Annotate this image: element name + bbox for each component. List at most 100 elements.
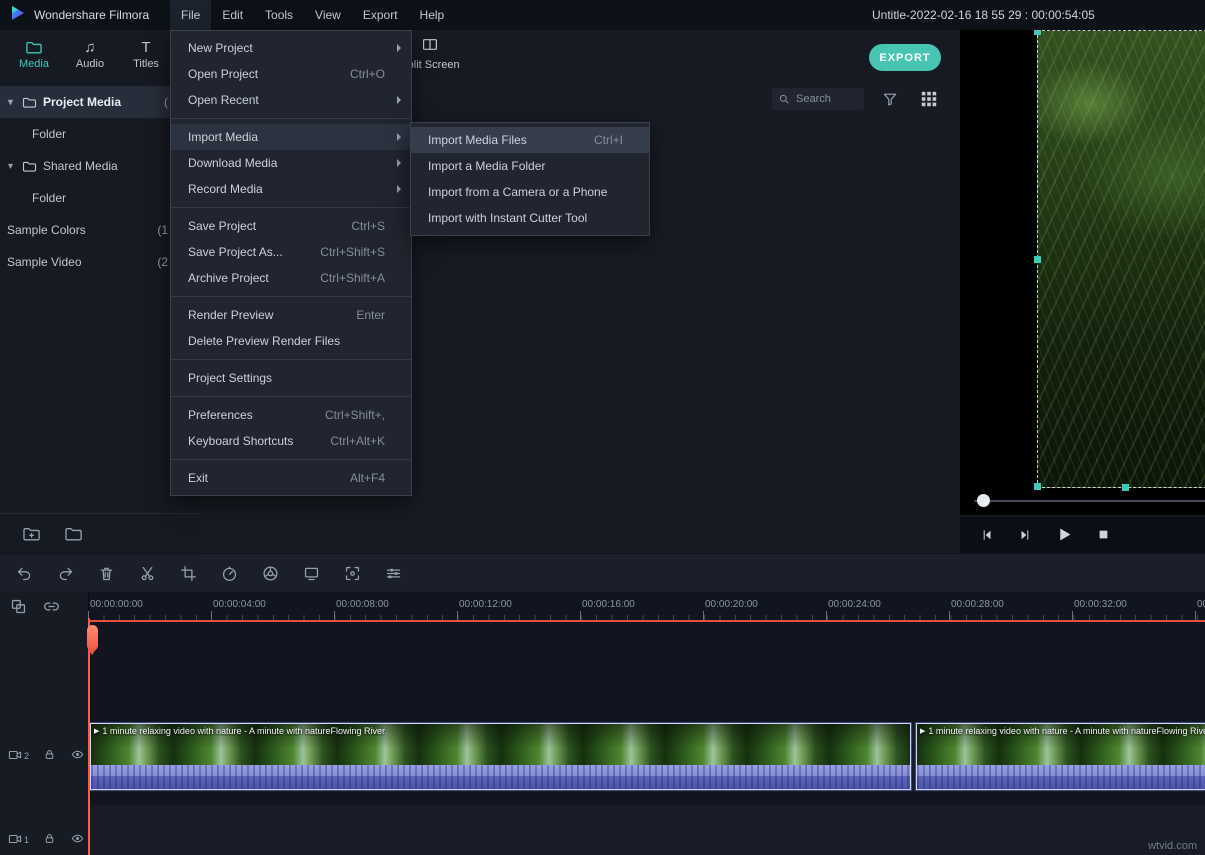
tab-media[interactable]: Media xyxy=(6,30,62,80)
preview-seek-bar[interactable] xyxy=(974,500,1205,502)
previous-frame-button[interactable] xyxy=(980,528,994,542)
track-2-controls: 2 xyxy=(0,748,88,761)
redo-button[interactable] xyxy=(57,565,74,582)
titles-icon: T xyxy=(141,40,150,55)
color-correction-button[interactable] xyxy=(262,565,279,582)
new-folder-button[interactable] xyxy=(22,526,42,542)
export-button[interactable]: EXPORT xyxy=(869,44,941,71)
file-menu-open-recent[interactable]: Open Recent xyxy=(171,87,411,113)
manage-tracks-button[interactable] xyxy=(10,598,27,615)
search-box[interactable] xyxy=(772,88,864,110)
file-menu-record-media[interactable]: Record Media xyxy=(171,176,411,202)
file-menu-import-media[interactable]: Import Media xyxy=(171,124,411,150)
auto-reframe-button[interactable] xyxy=(344,565,361,582)
scissors-icon xyxy=(139,565,156,582)
asset-tab-bar: Media ♫ Audio T Titles Split Screen EXPO… xyxy=(0,30,960,81)
play-button[interactable] xyxy=(1056,526,1073,543)
track-1-controls: 1 xyxy=(0,832,88,845)
submenu-import-instant-cutter[interactable]: Import with Instant Cutter Tool xyxy=(411,205,649,231)
view-mode-button[interactable] xyxy=(920,90,938,108)
stop-button[interactable] xyxy=(1097,528,1110,541)
lock-icon xyxy=(43,832,56,845)
submenu-import-media-folder[interactable]: Import a Media Folder xyxy=(411,153,649,179)
split-clip-button[interactable] xyxy=(139,565,156,582)
next-frame-button[interactable] xyxy=(1018,528,1032,542)
filter-button[interactable] xyxy=(882,91,898,107)
track-2-lock-button[interactable] xyxy=(43,748,56,761)
video-track-1-lane[interactable] xyxy=(88,805,1205,855)
title-bar: Wondershare Filmora File Edit Tools View… xyxy=(0,0,1205,30)
tab-titles-label: Titles xyxy=(133,58,159,70)
clip-2-label: ▶ 1 minute relaxing video with nature - … xyxy=(920,726,1205,736)
selection-handle[interactable] xyxy=(1122,484,1129,491)
menu-help[interactable]: Help xyxy=(409,0,456,30)
file-menu-download-media[interactable]: Download Media xyxy=(171,150,411,176)
preview-panel xyxy=(960,30,1205,553)
caret-down-icon[interactable]: ▾ xyxy=(8,161,22,172)
track-2-badge: 2 xyxy=(8,749,29,761)
file-menu-keyboard-shortcuts[interactable]: Keyboard ShortcutsCtrl+Alt+K xyxy=(171,428,411,454)
track-header-column: 2 1 xyxy=(0,592,89,855)
menu-view[interactable]: View xyxy=(304,0,352,30)
step-back-icon xyxy=(980,528,994,542)
tab-media-label: Media xyxy=(19,58,49,70)
playhead-handle[interactable] xyxy=(87,625,98,651)
tab-titles[interactable]: T Titles xyxy=(118,30,174,80)
preview-seek-handle[interactable] xyxy=(977,494,990,507)
file-menu-project-settings[interactable]: Project Settings xyxy=(171,365,411,391)
timeline-clip-1[interactable]: ▶ 1 minute relaxing video with nature - … xyxy=(90,723,911,790)
file-menu-render-preview[interactable]: Render PreviewEnter xyxy=(171,302,411,328)
selection-handle[interactable] xyxy=(1034,256,1041,263)
selection-handle[interactable] xyxy=(1034,483,1041,490)
playback-controls xyxy=(960,515,1205,553)
adjust-button[interactable] xyxy=(385,565,402,582)
menu-separator xyxy=(171,296,411,297)
search-input[interactable] xyxy=(794,92,860,106)
clip-2-audio-waveform xyxy=(917,765,1205,789)
timeline-ruler[interactable]: 00:00:00:00 00:00:04:00 00:00:08:00 00:0… xyxy=(88,592,1205,621)
file-menu-delete-preview-render-files[interactable]: Delete Preview Render Files xyxy=(171,328,411,354)
track-1-lock-button[interactable] xyxy=(43,832,56,845)
menu-edit[interactable]: Edit xyxy=(211,0,254,30)
menu-separator xyxy=(171,459,411,460)
submenu-import-media-files[interactable]: Import Media FilesCtrl+I xyxy=(411,127,649,153)
timeline-clip-2[interactable]: ▶ 1 minute relaxing video with nature - … xyxy=(916,723,1205,790)
delete-folder-button[interactable] xyxy=(64,526,84,542)
folder-plus-icon xyxy=(22,526,42,542)
preview-video-canvas[interactable] xyxy=(1037,30,1205,488)
trash-icon xyxy=(98,565,115,582)
menu-export[interactable]: Export xyxy=(352,0,409,30)
submenu-import-from-camera-phone[interactable]: Import from a Camera or a Phone xyxy=(411,179,649,205)
redo-icon xyxy=(57,565,74,582)
menu-file[interactable]: File xyxy=(170,0,211,30)
media-panel-footer xyxy=(0,513,200,553)
track-1-visibility-button[interactable] xyxy=(70,832,85,845)
selection-handle[interactable] xyxy=(1034,30,1041,35)
file-menu-exit[interactable]: ExitAlt+F4 xyxy=(171,465,411,491)
menu-tools[interactable]: Tools xyxy=(254,0,304,30)
delete-button[interactable] xyxy=(98,565,115,582)
play-icon: ▶ xyxy=(94,727,99,735)
clip-1-thumbnails: ▶ 1 minute relaxing video with nature - … xyxy=(91,724,910,765)
undo-button[interactable] xyxy=(16,565,33,582)
tab-audio[interactable]: ♫ Audio xyxy=(62,30,118,80)
file-menu-preferences[interactable]: PreferencesCtrl+Shift+, xyxy=(171,402,411,428)
file-menu-archive-project[interactable]: Archive ProjectCtrl+Shift+A xyxy=(171,265,411,291)
green-screen-button[interactable] xyxy=(303,565,320,582)
play-icon: ▶ xyxy=(920,727,925,735)
layers-icon xyxy=(10,598,27,615)
file-menu-save-project[interactable]: Save ProjectCtrl+S xyxy=(171,213,411,239)
menu-separator xyxy=(171,396,411,397)
reframe-icon xyxy=(344,565,361,582)
project-title: Untitle-2022-02-16 18 55 29 : 00:00:54:0… xyxy=(872,0,1095,30)
crop-button[interactable] xyxy=(180,565,197,582)
track-2-visibility-button[interactable] xyxy=(70,748,85,761)
caret-down-icon[interactable]: ▾ xyxy=(8,97,22,108)
file-menu-open-project[interactable]: Open ProjectCtrl+O xyxy=(171,61,411,87)
play-icon xyxy=(1056,526,1073,543)
split-screen-icon xyxy=(422,38,438,51)
file-menu-save-project-as[interactable]: Save Project As...Ctrl+Shift+S xyxy=(171,239,411,265)
link-button[interactable] xyxy=(43,598,60,615)
speed-button[interactable] xyxy=(221,565,238,582)
file-menu-new-project[interactable]: New Project xyxy=(171,35,411,61)
